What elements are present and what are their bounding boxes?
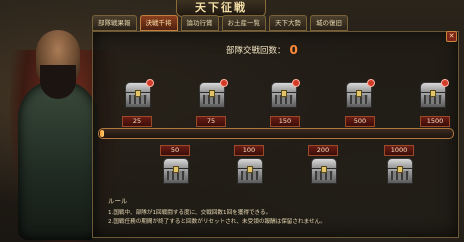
gem-icon: [441, 79, 449, 87]
tab-world-state[interactable]: 天下大勢: [269, 15, 307, 31]
gem-icon: [292, 79, 300, 87]
reward-chest-1500[interactable]: [417, 79, 449, 108]
reward-label: 500: [345, 116, 375, 127]
progress-fill: [100, 130, 104, 137]
reward-label: 1500: [420, 116, 450, 127]
gem-icon: [367, 79, 375, 87]
tab-souvenirs[interactable]: お土産一覧: [221, 15, 266, 31]
reward-label: 200: [308, 145, 338, 156]
gem-icon: [146, 79, 154, 87]
rule-line-2: 2.国戦任務の期間が終了すると回数がリセットされ、未受領の報酬は保留されません。: [108, 219, 326, 225]
reward-chest-50[interactable]: [160, 158, 190, 184]
reward-label: 150: [270, 116, 300, 127]
general-armor: [18, 80, 98, 240]
tab-rewards[interactable]: 論功行賞: [180, 15, 219, 31]
reward-label: 25: [122, 116, 152, 127]
reward-chest-150[interactable]: [268, 79, 300, 108]
reward-chest-25[interactable]: [122, 79, 154, 108]
reward-label: 50: [160, 145, 190, 156]
counter-value: 0: [289, 43, 298, 57]
reward-chest-100[interactable]: [234, 158, 264, 184]
reward-chest-1000[interactable]: [384, 158, 414, 184]
reward-chest-200[interactable]: [308, 158, 338, 184]
reward-label: 1000: [384, 145, 414, 156]
battle-counter: 部隊交戦回数： 0: [226, 43, 298, 57]
rule-line-1: 1.国戦中、部隊が1回戦闘する度に、交戦回数1回を獲得できる。: [108, 210, 272, 216]
tab-battle-report[interactable]: 部隊戦果報: [92, 15, 137, 31]
tab-decisive-battle[interactable]: 決戦千将: [139, 15, 178, 31]
reward-chest-500[interactable]: [343, 79, 375, 108]
rules-title: ルール: [108, 197, 128, 205]
close-button[interactable]: ✕: [446, 31, 457, 42]
progress-bar: [98, 128, 454, 139]
gem-icon: [220, 79, 228, 87]
tab-bar: 部隊戦果報 決戦千将 論功行賞 お土産一覧 天下大勢 城の復旧: [92, 15, 348, 31]
tab-castle-repair[interactable]: 城の復旧: [310, 15, 348, 31]
counter-label: 部隊交戦回数：: [226, 46, 286, 56]
reward-label: 100: [234, 145, 264, 156]
reward-chest-75[interactable]: [196, 79, 228, 108]
reward-label: 75: [196, 116, 226, 127]
